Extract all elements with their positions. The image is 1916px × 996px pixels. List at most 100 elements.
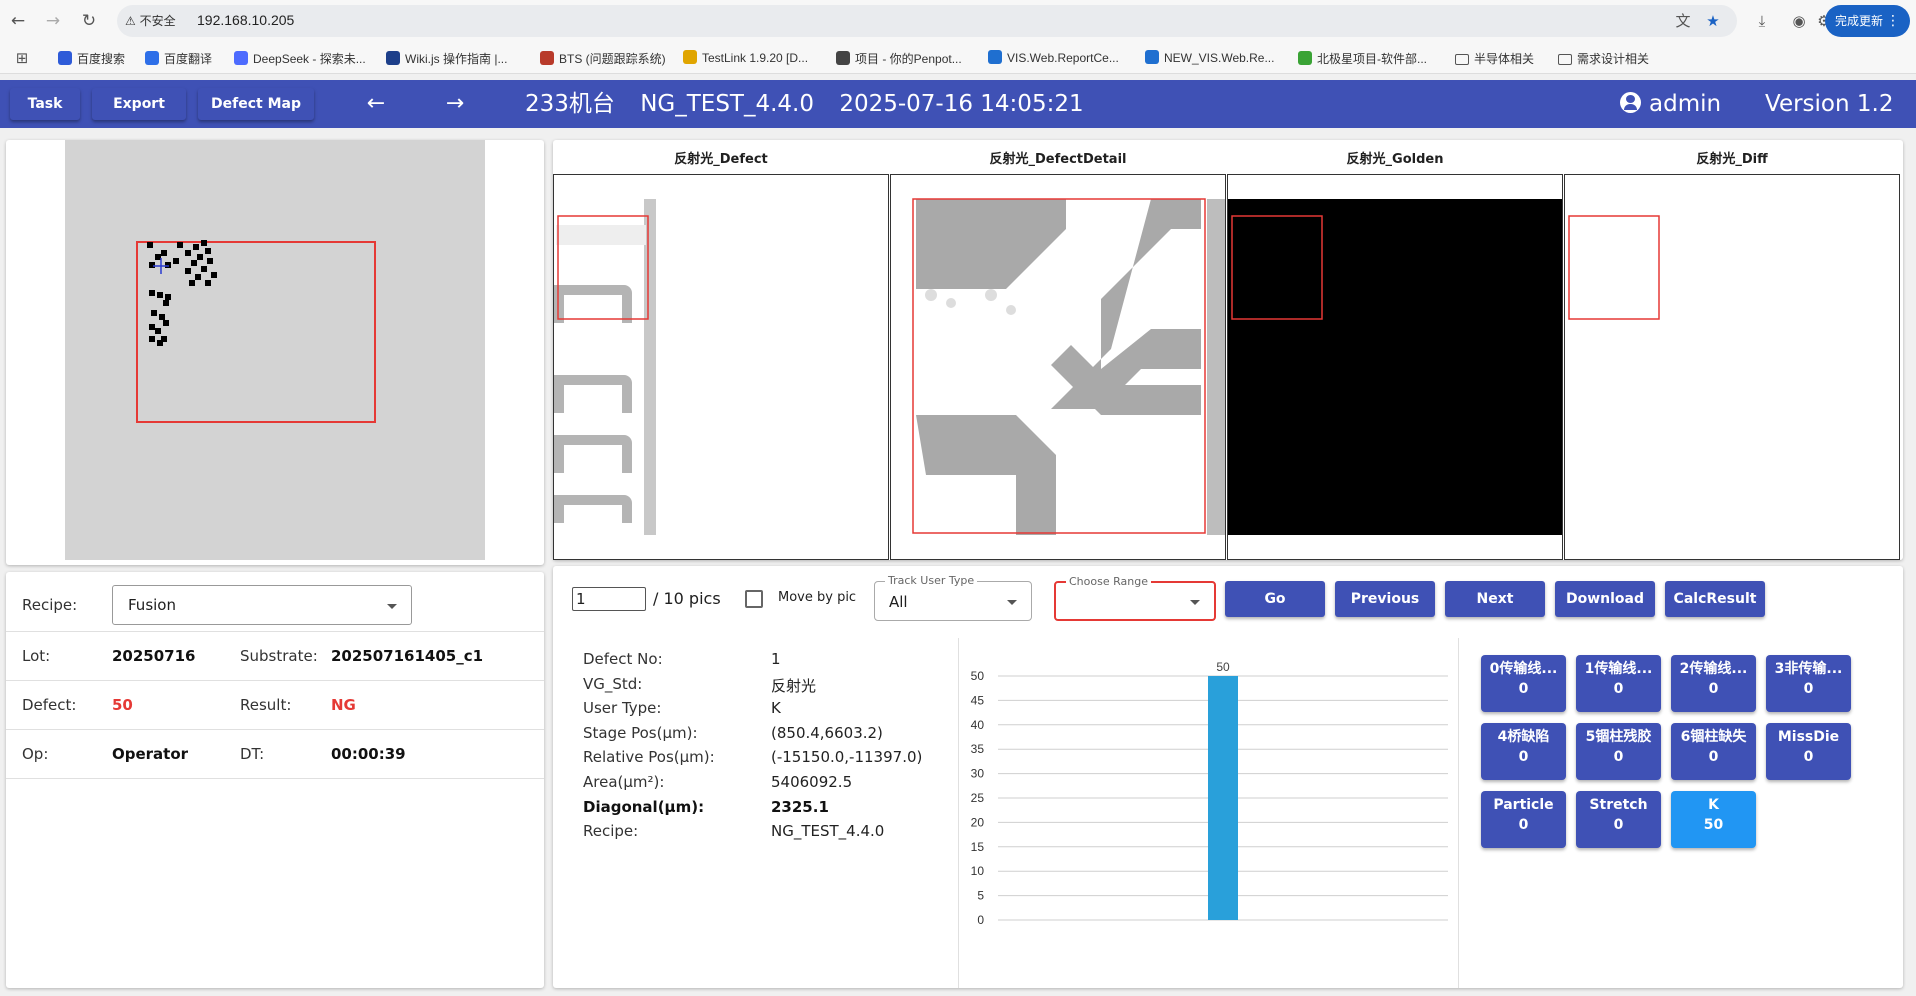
diff-image[interactable] [1564,174,1900,560]
bookmark-item[interactable]: NEW_VIS.Web.Re... [1145,50,1274,66]
defect-map-button[interactable]: Defect Map [198,88,314,120]
choose-range-select[interactable]: Choose Range [1054,575,1216,621]
defect-class-name: K [1708,797,1719,813]
profile-icon[interactable]: ◉ [1789,11,1809,31]
defect-attr-value: (-15150.0,-11397.0) [771,748,923,767]
user-menu[interactable]: admin [1620,88,1721,120]
defect-attr-label: VG_Std: [583,674,643,693]
bookmark-favicon-icon [386,51,400,65]
folder-icon [1558,54,1572,65]
forward-icon[interactable]: → [41,9,65,33]
y-tick-label: 0 [977,913,984,927]
username: admin [1649,91,1722,117]
op-value: Operator [112,745,189,763]
previous-button[interactable]: Previous [1335,581,1435,617]
y-tick-label: 35 [971,742,985,756]
download-icon[interactable]: ⤓ [1752,11,1772,31]
bookmark-item[interactable]: 半导体相关 [1455,50,1534,66]
defect-die-mark [157,292,163,298]
bookmark-label: DeepSeek - 探索未... [253,52,366,66]
defect-class-button[interactable]: MissDie 0 [1766,723,1851,780]
defect-die-mark [191,260,197,266]
chart-bar[interactable] [1208,676,1238,920]
defect-attr-value: K [771,699,781,718]
move-by-pic-checkbox[interactable] [745,590,763,608]
bookmark-favicon-icon [58,51,72,65]
defect-class-count: 0 [1613,817,1624,833]
defect-die-mark [185,268,191,274]
back-icon[interactable]: ← [6,9,30,33]
y-tick-label: 20 [971,815,985,829]
y-tick-label: 30 [971,767,985,781]
bookmark-item[interactable]: Wiki.js 操作指南 |... [386,50,507,66]
golden-image[interactable] [1227,174,1563,560]
defect-attr-value: 1 [771,650,781,668]
export-button[interactable]: Export [92,88,186,120]
bookmark-item[interactable]: BTS (问题跟踪系统) [540,50,666,66]
image-title-golden: 反射光_Golden [1346,152,1444,167]
defect-class-count: 0 [1613,749,1624,765]
result-value: NG [331,696,356,714]
reload-icon[interactable]: ↻ [77,9,101,33]
go-button[interactable]: Go [1225,581,1325,617]
translate-icon[interactable]: 文 [1673,11,1693,31]
recipe-select[interactable]: Fusion [112,585,412,625]
bookmark-favicon-icon [1145,50,1159,64]
bookmark-favicon-icon [234,51,248,65]
star-icon[interactable]: ★ [1703,11,1723,31]
defect-die-mark [149,262,155,268]
bookmark-item[interactable]: DeepSeek - 探索未... [234,50,366,66]
bookmark-item[interactable]: VIS.Web.ReportCe... [988,50,1119,66]
bookmark-item[interactable]: 北极星项目-软件部... [1298,50,1427,66]
arrow-right-icon[interactable]: → [439,88,471,120]
arrow-left-icon[interactable]: ← [360,88,392,120]
defect-class-button[interactable]: 3非传输... 0 [1766,655,1851,712]
defect-class-name: 2传输线... [1679,661,1748,677]
pic-index-input[interactable]: 1 [572,587,646,611]
defect-detail-image[interactable] [890,174,1226,560]
wafer-map[interactable] [65,140,485,560]
bookmark-item[interactable]: 百度搜索 [58,50,125,66]
defect-class-name: 1传输线... [1584,661,1653,677]
version-label: Version 1.2 [1765,91,1894,117]
bookmark-item[interactable]: 百度翻译 [145,50,212,66]
defect-die-mark [151,310,157,316]
task-button[interactable]: Task [10,88,80,120]
bookmark-item[interactable]: 项目 - 你的Penpot... [836,50,962,66]
defect-class-button[interactable]: 4桥缺陷 0 [1481,723,1566,780]
defect-class-button[interactable]: 6锢柱缺失 0 [1671,723,1756,780]
recipe-select-value: Fusion [128,596,176,614]
defect-class-button[interactable]: Particle 0 [1481,791,1566,848]
defect-die-mark [163,300,169,306]
defect-class-button[interactable]: 5锢柱残胶 0 [1576,723,1661,780]
dt-label: DT: [240,745,265,763]
defect-class-button[interactable]: 1传输线... 0 [1576,655,1661,712]
defect-class-button[interactable]: 0传输线... 0 [1481,655,1566,712]
defect-class-button[interactable]: Stretch 0 [1576,791,1661,848]
bookmark-item[interactable]: TestLink 1.9.20 [D... [683,50,808,66]
defect-image[interactable] [553,174,889,560]
calc-result-button[interactable]: CalcResult [1665,581,1765,617]
defect-die-mark [155,328,161,334]
recipe-row: Recipe: Fusion [6,572,544,632]
address-bar[interactable]: ⚠ 不安全 192.168.10.205 文 ★ [117,5,1737,37]
update-button[interactable]: 完成更新 ⋮ [1825,5,1910,37]
next-button[interactable]: Next [1445,581,1545,617]
folder-icon [1455,54,1469,65]
defect-die-mark [161,336,167,342]
defect-class-button[interactable]: 2传输线... 0 [1671,655,1756,712]
defect-class-name: MissDie [1777,729,1840,745]
track-user-type-select[interactable]: Track User Type All [874,574,1032,621]
insecure-badge[interactable]: ⚠ 不安全 [125,12,176,29]
choose-range-legend: Choose Range [1066,575,1151,588]
url-text[interactable]: 192.168.10.205 [197,12,294,28]
apps-grid-icon[interactable]: ⊞ [12,48,32,68]
bookmark-item[interactable]: 需求设计相关 [1558,50,1649,66]
download-button[interactable]: Download [1555,581,1655,617]
defect-die-mark [205,248,211,254]
app-header: Task Export Defect Map ← → 233机台 NG_TEST… [0,80,1916,128]
defect-class-button[interactable]: K 50 [1671,791,1756,848]
defect-die-mark [163,320,169,326]
defect-detail-panel: 1 / 10 pics Move by pic Track User Type … [553,566,1903,988]
defect-class-count: 0 [1518,817,1529,833]
